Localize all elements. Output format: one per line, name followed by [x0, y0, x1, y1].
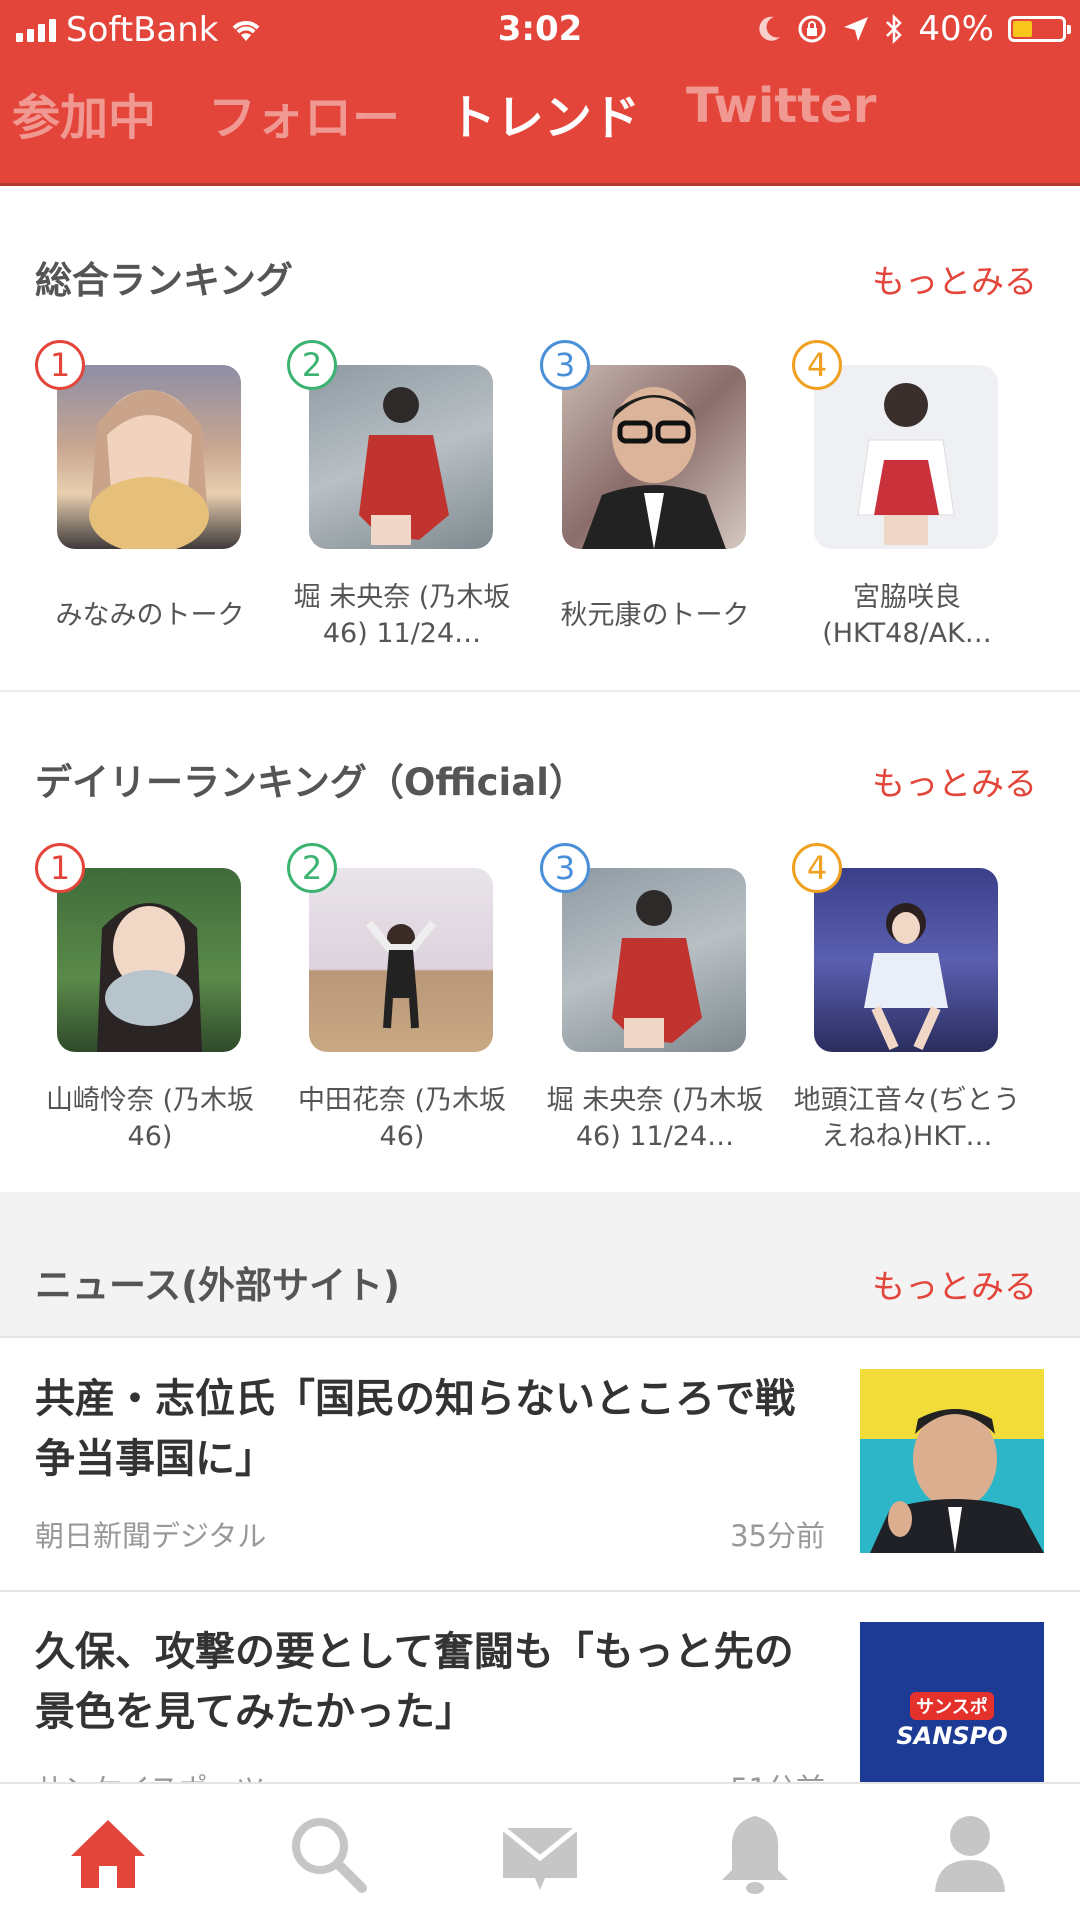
- rank-name: みなみのトーク: [55, 600, 245, 631]
- news-headline: 共産・志位氏「国民の知らないところで戦争当事国に」: [35, 1376, 795, 1482]
- rank-badge: 2: [287, 843, 337, 893]
- daily-ranking-more-link[interactable]: もっとみる: [872, 757, 1037, 805]
- rank-name: 堀 未央奈 (乃木坂46) 11/24…: [546, 1085, 764, 1152]
- moon-icon: [759, 16, 781, 41]
- portrait-image: [612, 890, 702, 1048]
- battery-percent: 40%: [918, 9, 994, 49]
- profile-icon: [935, 1816, 1005, 1892]
- home-icon: [71, 1820, 145, 1888]
- rank-name: 山崎怜奈 (乃木坂46): [45, 1085, 255, 1152]
- rotation-lock-icon: [798, 15, 826, 43]
- tab-follow[interactable]: フォロー: [208, 78, 400, 148]
- rank-badge: 3: [540, 340, 590, 390]
- rank-name: 秋元康のトーク: [560, 600, 750, 631]
- avatar: [562, 868, 746, 1052]
- tab-twitter[interactable]: Twitter: [686, 78, 876, 134]
- avatar: [309, 365, 493, 549]
- nav-profile[interactable]: [925, 1808, 1015, 1898]
- bottom-nav: [0, 1782, 1080, 1922]
- news-time: 51分前: [730, 1766, 825, 1782]
- portrait-image: [97, 903, 202, 1052]
- news-title: ニュース(外部サイト): [35, 1264, 400, 1307]
- rank-badge: 4: [792, 340, 842, 390]
- daily-ranking-title: デイリーランキング（Official）: [35, 761, 586, 804]
- avatar: [57, 365, 241, 549]
- bluetooth-icon: [886, 14, 903, 44]
- portrait-image: [89, 390, 209, 549]
- portrait-image: [359, 387, 449, 545]
- tab-underline: [0, 183, 1080, 186]
- news-source: 朝日新聞デジタル: [35, 1519, 267, 1553]
- news-thumbnail: [860, 1369, 1044, 1553]
- rank-name: 堀 未央奈 (乃木坂46) 11/24…: [293, 582, 511, 649]
- avatar: [57, 868, 241, 1052]
- section-divider: [0, 690, 1080, 692]
- rank-badge: 3: [540, 843, 590, 893]
- avatar: [814, 365, 998, 549]
- app-header: SoftBank 3:02 40% 参加中 フォロー トレンド Twitter: [0, 0, 1080, 186]
- status-bar: SoftBank 3:02 40%: [0, 0, 1080, 58]
- avatar: [562, 365, 746, 549]
- tab-bar: 参加中 フォロー トレンド Twitter: [0, 78, 1080, 158]
- avatar: [814, 868, 998, 1052]
- bell-icon: [722, 1816, 788, 1894]
- nav-search[interactable]: [282, 1808, 372, 1898]
- rank-badge: 1: [35, 340, 85, 390]
- news-time: 35分前: [730, 1519, 825, 1553]
- nav-messages[interactable]: [495, 1808, 585, 1898]
- portrait-image: [864, 903, 948, 1051]
- news-source: サンケイスポーツ: [35, 1766, 265, 1782]
- news-headline: 久保、攻撃の要として奮闘も「もっと先の景色を見てみたかった」: [35, 1629, 794, 1735]
- tab-joined[interactable]: 参加中: [12, 78, 156, 148]
- rank-name: 中田花奈 (乃木坂46): [297, 1085, 507, 1152]
- battery-icon: [1008, 16, 1071, 42]
- news-thumbnail: サンスポ SANSPO: [860, 1622, 1044, 1782]
- sanspo-logo: サンスポ SANSPO: [860, 1692, 1044, 1750]
- portrait-image: [857, 383, 955, 545]
- portrait-image: [582, 387, 726, 549]
- portrait-image: [860, 1369, 1044, 1553]
- avatar: [309, 868, 493, 1052]
- overall-ranking-title: 総合ランキング: [35, 259, 293, 302]
- rank-name: 宮脇咲良 (HKT48/AK…: [822, 582, 992, 649]
- mail-icon: [501, 1826, 579, 1890]
- news-item-2[interactable]: 久保、攻撃の要として奮闘も「もっと先の景色を見てみたかった」 サンケイスポーツ …: [0, 1592, 1080, 1782]
- rank-badge: 4: [792, 843, 842, 893]
- location-icon: [844, 17, 869, 41]
- news-item-1[interactable]: 共産・志位氏「国民の知らないところで戦争当事国に」 朝日新聞デジタル 35分前: [0, 1337, 1080, 1590]
- search-icon: [292, 1818, 367, 1893]
- status-right: 40%: [756, 9, 1071, 49]
- news-more-link[interactable]: もっとみる: [872, 1260, 1037, 1308]
- tab-trend[interactable]: トレンド: [448, 78, 640, 148]
- rank-name: 地頭江音々(ぢとうえねね)HKT…: [793, 1085, 1021, 1152]
- rank-badge: 1: [35, 843, 85, 893]
- nav-home[interactable]: [63, 1808, 153, 1898]
- nav-notifications[interactable]: [710, 1808, 800, 1898]
- overall-ranking-more-link[interactable]: もっとみる: [872, 255, 1037, 303]
- portrait-image: [365, 920, 437, 1029]
- rank-badge: 2: [287, 340, 337, 390]
